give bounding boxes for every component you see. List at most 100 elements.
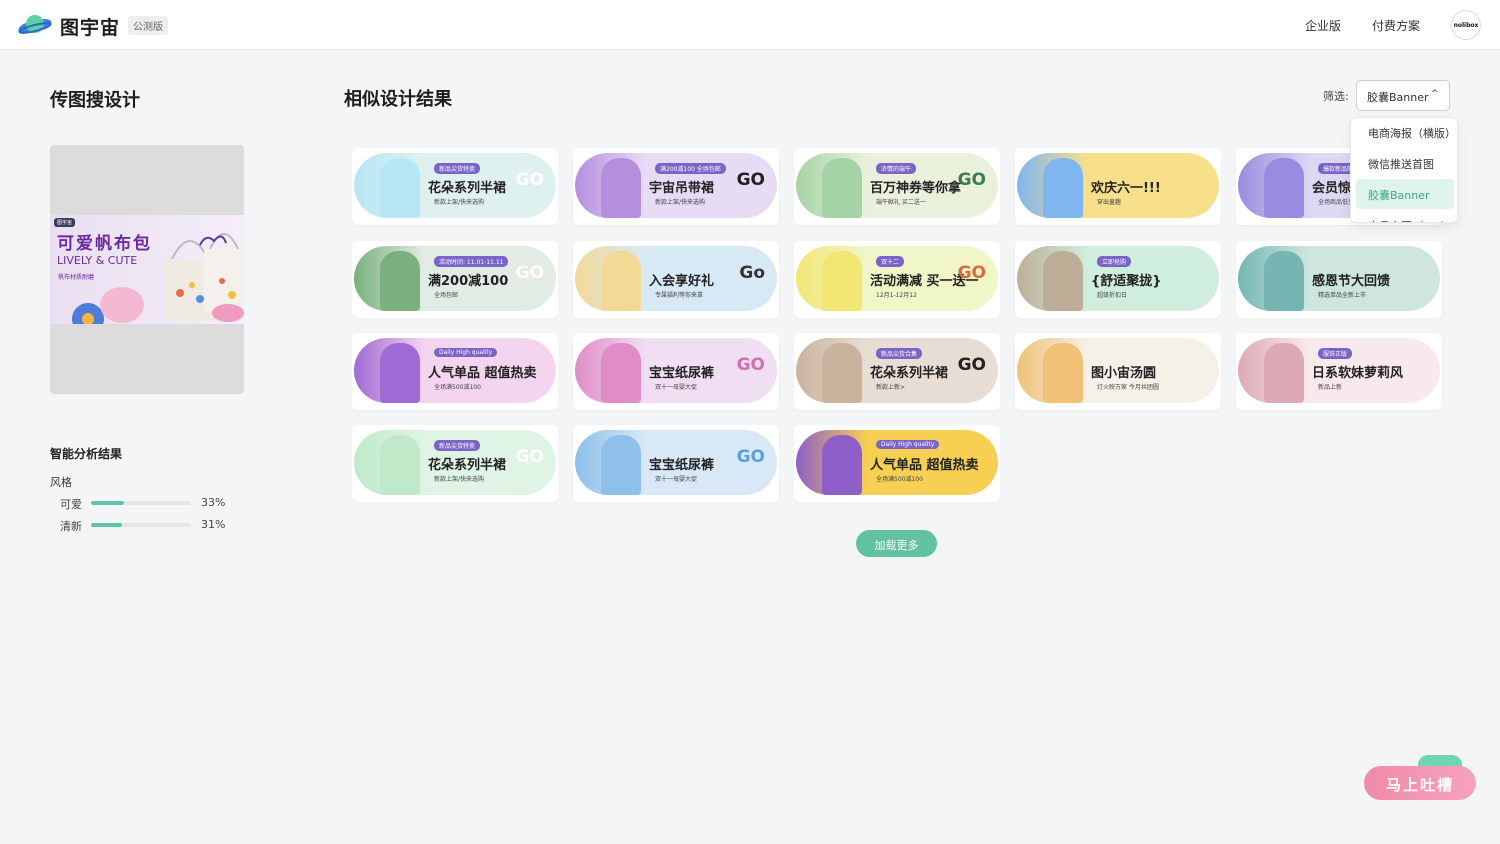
banner-top-tag: 双十二 <box>876 256 905 267</box>
result-card[interactable]: 双十二 活动满减 买一送一 12月1-12月12 GO <box>794 241 1000 318</box>
filter-value: 胶囊Banner <box>1367 91 1429 104</box>
banner-image: 满200减100 全场包邮 宇宙吊带裙 新款上架/快来选购 GO <box>575 153 777 218</box>
banner-figure <box>380 158 420 218</box>
banner-top-tag: 浓情的端午 <box>876 163 917 174</box>
banner-go-button: Go <box>739 263 765 283</box>
banner-top-tag: 新品尖货特卖 <box>434 440 481 451</box>
result-card[interactable]: 立即抢购 {舒适聚拢} 超级折扣日 <box>1015 241 1221 318</box>
banner-go-button: GO <box>957 355 986 375</box>
uploaded-image: 图宇宙 可爱帆布包 LIVELY & CUTE 帆布材质耐磨 <box>50 215 244 324</box>
banner-image: 新品尖货特卖 花朵系列半裙 新款上架/快来选购 GO <box>354 153 556 218</box>
banner-image: 新品尖货特卖 花朵系列半裙 新款上架/快来选购 GO <box>354 430 556 495</box>
banner-top-tag: 新品尖货特卖 <box>434 163 481 174</box>
banner-go-button: GO <box>736 170 765 190</box>
banner-subtitle: 新款上新> <box>876 384 906 391</box>
dropdown-option-main-image[interactable]: 商品主图（1:1） <box>1356 210 1454 222</box>
banner-go-button: GO <box>515 263 544 283</box>
banner-subtitle: 新款上架/快来选购 <box>434 199 485 206</box>
banner-top-tag: 服饰正版 <box>1318 348 1353 359</box>
banner-title: 人气单品 超值热卖 <box>428 366 537 381</box>
banner-title: 花朵系列半裙 <box>870 366 949 381</box>
banner-image: 活动时间: 11.01-11.11 满200减100 全场包邮 GO <box>354 246 556 311</box>
result-card[interactable]: 宝宝纸尿裤 双十一母婴大促 GO <box>573 333 779 410</box>
banner-image: 欢庆六一!!! 穿出童趣 <box>1017 153 1219 218</box>
result-card[interactable]: 感恩节大回馈精选单品全新上市 <box>1236 241 1442 318</box>
result-card[interactable]: 满200减100 全场包邮 宇宙吊带裙 新款上架/快来选购 GO <box>573 148 779 225</box>
result-card[interactable]: Daily High quality 人气单品 超值热卖 全场满500减100 <box>794 425 1000 502</box>
stat-bar-fill <box>91 501 124 505</box>
banner-figure <box>601 251 641 311</box>
stat-name: 清新 <box>60 520 82 533</box>
banner-figure <box>380 251 420 311</box>
banner-title: 宇宙吊带裙 <box>649 181 715 196</box>
banner-subtitle: 双十一母婴大促 <box>655 384 698 391</box>
banner-figure <box>822 251 862 311</box>
banner-title: 满200减100 <box>428 274 509 289</box>
banner-go-button: GO <box>957 263 986 283</box>
load-more-button[interactable]: 加载更多 <box>856 530 937 557</box>
stat-name: 可爱 <box>60 498 82 511</box>
filter-dropdown: 电商海报（横版） 微信推送首图 胶囊Banner 商品主图（1:1） <box>1350 117 1458 223</box>
banner-subtitle: 超级折扣日 <box>1097 292 1128 299</box>
banner-go-button: GO <box>515 447 544 467</box>
banner-title: 宝宝纸尿裤 <box>649 458 715 473</box>
result-card[interactable]: 图小宙汤圆 灯火映万家 今月共团圆 <box>1015 333 1221 410</box>
stat-percent: 33% <box>201 496 226 509</box>
banner-title: 感恩节大回馈 <box>1312 274 1391 289</box>
banner-figure <box>601 343 641 403</box>
banner-image: 图小宙汤圆 灯火映万家 今月共团圆 <box>1017 338 1219 403</box>
result-card[interactable]: 宝宝纸尿裤 双十一母婴大促 GO <box>573 425 779 502</box>
result-card[interactable]: 新品尖货合集 花朵系列半裙 新款上新> GO <box>794 333 1000 410</box>
banner-figure <box>1043 251 1083 311</box>
stat-bar-fill <box>91 523 122 527</box>
nav-pricing[interactable]: 付费方案 <box>1372 17 1420 34</box>
result-card[interactable]: 活动时间: 11.01-11.11 满200减100 全场包邮 GO <box>352 241 558 318</box>
banner-subtitle: 12月1-12月12 <box>876 292 917 299</box>
banner-figure <box>1043 158 1083 218</box>
filter-select[interactable]: 胶囊Banner ^ <box>1356 80 1450 111</box>
banner-subtitle: 穿出童趣 <box>1097 199 1122 206</box>
upload-search-title: 传图搜设计 <box>50 90 140 111</box>
stat-bar <box>91 523 191 527</box>
banner-top-tag: Daily High quality <box>876 440 940 449</box>
banner-title: 花朵系列半裙 <box>428 181 507 196</box>
banner-go-button: GO <box>736 447 765 467</box>
banner-subtitle: 精选单品全新上市 <box>1318 292 1367 299</box>
banner-title: 入会享好礼 <box>649 274 715 289</box>
result-card[interactable]: 浓情的端午 百万神券等你拿 端午献礼 买二送一 GO <box>794 148 1000 225</box>
banner-subtitle: 全场满500减100 <box>434 384 481 391</box>
dropdown-option-wechat[interactable]: 微信推送首图 <box>1356 148 1454 178</box>
banner-image: Daily High quality 人气单品 超值热卖 全场满500减100 <box>796 430 998 495</box>
top-header: 图宇宙 公测版 企业版 付费方案 nolibox <box>0 0 1500 50</box>
feedback-button[interactable]: 马上吐槽 <box>1364 766 1476 800</box>
result-card[interactable]: 欢庆六一!!! 穿出童趣 <box>1015 148 1221 225</box>
banner-figure <box>1264 343 1304 403</box>
result-card[interactable]: Daily High quality 人气单品 超值热卖全场满500减100 <box>352 333 558 410</box>
uploaded-image-preview[interactable]: 图宇宙 可爱帆布包 LIVELY & CUTE 帆布材质耐磨 <box>50 145 244 394</box>
tote-bag-illustration <box>72 233 244 324</box>
banner-image: 双十二 活动满减 买一送一 12月1-12月12 GO <box>796 246 998 311</box>
nav-enterprise[interactable]: 企业版 <box>1305 17 1341 34</box>
banner-image: 浓情的端午 百万神券等你拿 端午献礼 买二送一 GO <box>796 153 998 218</box>
result-card[interactable]: 入会享好礼专属福利等你来拿 Go <box>573 241 779 318</box>
banner-top-tag: 立即抢购 <box>1097 256 1132 267</box>
result-card[interactable]: 服饰正版 日系软妹萝莉风 新品上新 <box>1236 333 1442 410</box>
brand-name[interactable]: 图宇宙 <box>60 13 120 40</box>
banner-image: 宝宝纸尿裤 双十一母婴大促 GO <box>575 430 777 495</box>
banner-top-tag: Daily High quality <box>434 348 498 357</box>
dropdown-option-poster[interactable]: 电商海报（横版） <box>1356 118 1456 147</box>
banner-title: 人气单品 超值热卖 <box>870 458 979 473</box>
banner-subtitle: 新品上新 <box>1318 384 1343 391</box>
result-card[interactable]: 新品尖货特卖 花朵系列半裙 新款上架/快来选购 GO <box>352 425 558 502</box>
banner-figure <box>1264 251 1304 311</box>
banner-subtitle: 专属福利等你来拿 <box>655 292 704 299</box>
user-avatar[interactable]: nolibox <box>1451 10 1481 40</box>
banner-image: Daily High quality 人气单品 超值热卖全场满500减100 <box>354 338 556 403</box>
banner-figure <box>822 343 862 403</box>
result-card[interactable]: 新品尖货特卖 花朵系列半裙 新款上架/快来选购 GO <box>352 148 558 225</box>
banner-image: 服饰正版 日系软妹萝莉风 新品上新 <box>1238 338 1440 403</box>
dropdown-option-capsule[interactable]: 胶囊Banner <box>1356 179 1454 209</box>
planet-logo-icon[interactable] <box>18 12 54 38</box>
banner-image: 新品尖货合集 花朵系列半裙 新款上新> GO <box>796 338 998 403</box>
banner-figure <box>1043 343 1083 403</box>
